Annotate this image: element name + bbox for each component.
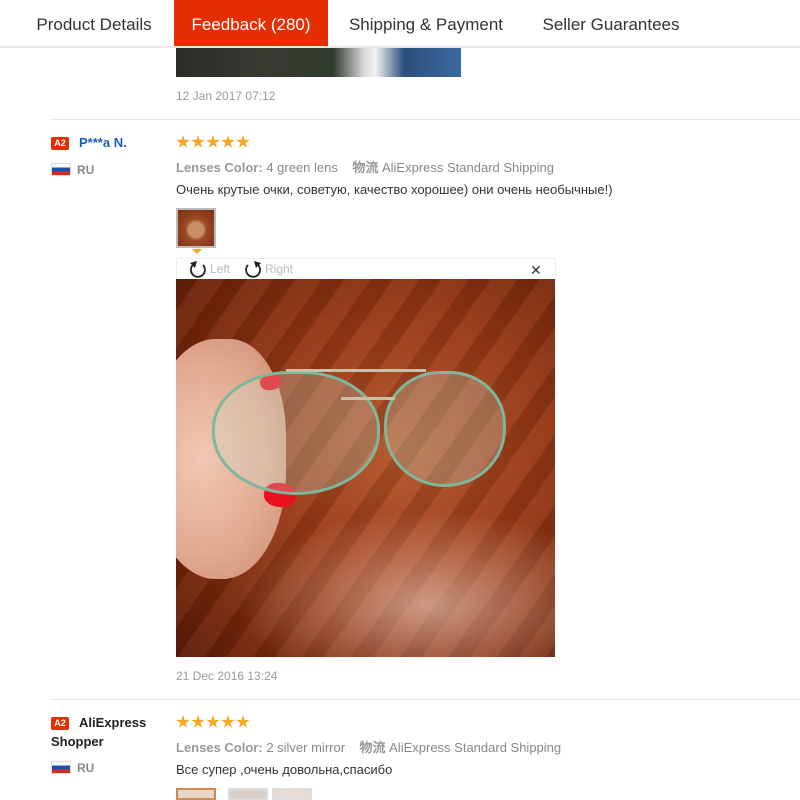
photo-right-lens — [384, 371, 506, 487]
reviewer-name: P***a N. — [79, 135, 127, 150]
tab-seller-guarantees[interactable]: Seller Guarantees — [530, 0, 692, 46]
reviewer-country: RU — [77, 163, 95, 177]
star-icon — [236, 715, 250, 728]
option-value: 2 silver mirror — [266, 740, 346, 755]
photo-left-lens — [212, 371, 380, 495]
logistics-icon: 物流 — [359, 740, 386, 755]
logistics-icon: 物流 — [352, 160, 379, 175]
russia-flag-icon — [51, 163, 71, 176]
star-rating — [176, 135, 250, 149]
star-rating — [176, 715, 250, 729]
order-info: Lenses Color: 4 green lens 物流 AliExpress… — [176, 157, 554, 176]
review-photo-thumbnail[interactable] — [176, 208, 216, 248]
previous-review-photo[interactable] — [176, 48, 461, 77]
reviewer-name: AliExpress — [79, 715, 147, 730]
review-photo-thumbnail[interactable] — [272, 788, 312, 800]
close-viewer-icon[interactable]: ✕ — [530, 262, 542, 279]
star-icon — [236, 135, 250, 148]
review-date: 21 Dec 2016 13:24 — [176, 669, 278, 683]
star-icon — [191, 135, 205, 148]
review-divider — [50, 699, 800, 700]
rotate-left-icon — [190, 261, 206, 278]
star-icon — [206, 135, 220, 148]
tab-shipping-payment[interactable]: Shipping & Payment — [336, 0, 516, 46]
review-photo-thumbnail[interactable] — [176, 788, 216, 800]
option-value: 4 green lens — [266, 160, 338, 175]
star-icon — [176, 715, 190, 728]
photo-viewer-toolbar — [176, 258, 556, 280]
buyer-level-badge: A2 — [51, 717, 69, 730]
reviewer-country: RU — [77, 761, 95, 775]
star-icon — [176, 135, 190, 148]
russia-flag-icon — [51, 761, 71, 774]
reviewer-name-line2: Shopper — [51, 734, 104, 749]
review-photo-thumbnail[interactable] — [228, 788, 268, 800]
review-photo-enlarged — [176, 279, 555, 657]
option-label: Lenses Color: — [176, 740, 263, 755]
star-icon — [221, 135, 235, 148]
rotate-right-button[interactable]: Right — [243, 260, 293, 278]
tab-feedback[interactable]: Feedback (280) — [174, 0, 328, 46]
rotate-left-button[interactable]: Left — [188, 260, 230, 278]
shipping-method: AliExpress Standard Shipping — [389, 740, 562, 755]
rotate-right-label: Right — [265, 262, 294, 276]
option-label: Lenses Color: — [176, 160, 263, 175]
review-divider — [50, 119, 800, 120]
shipping-method: AliExpress Standard Shipping — [381, 160, 554, 175]
star-icon — [206, 715, 220, 728]
selected-thumb-indicator — [192, 249, 202, 254]
photo-glare — [236, 509, 555, 657]
photo-bridge — [341, 397, 395, 400]
review-date: 12 Jan 2017 07:12 — [176, 89, 276, 103]
order-info: Lenses Color: 2 silver mirror 物流 AliExpr… — [176, 737, 561, 756]
buyer-level-badge: A2 — [51, 137, 69, 150]
feedback-tab-bar: Product Details Feedback (280) Shipping … — [0, 0, 800, 48]
review-text: Очень крутые очки, советую, качество хор… — [176, 182, 613, 197]
rotate-right-icon — [245, 261, 261, 278]
star-icon — [191, 715, 205, 728]
star-icon — [221, 715, 235, 728]
photo-bridge — [286, 369, 426, 372]
tab-product-details[interactable]: Product Details — [18, 0, 170, 46]
review-text: Все супер ,очень довольна,спасибо — [176, 762, 393, 777]
rotate-left-label: Left — [210, 262, 231, 276]
